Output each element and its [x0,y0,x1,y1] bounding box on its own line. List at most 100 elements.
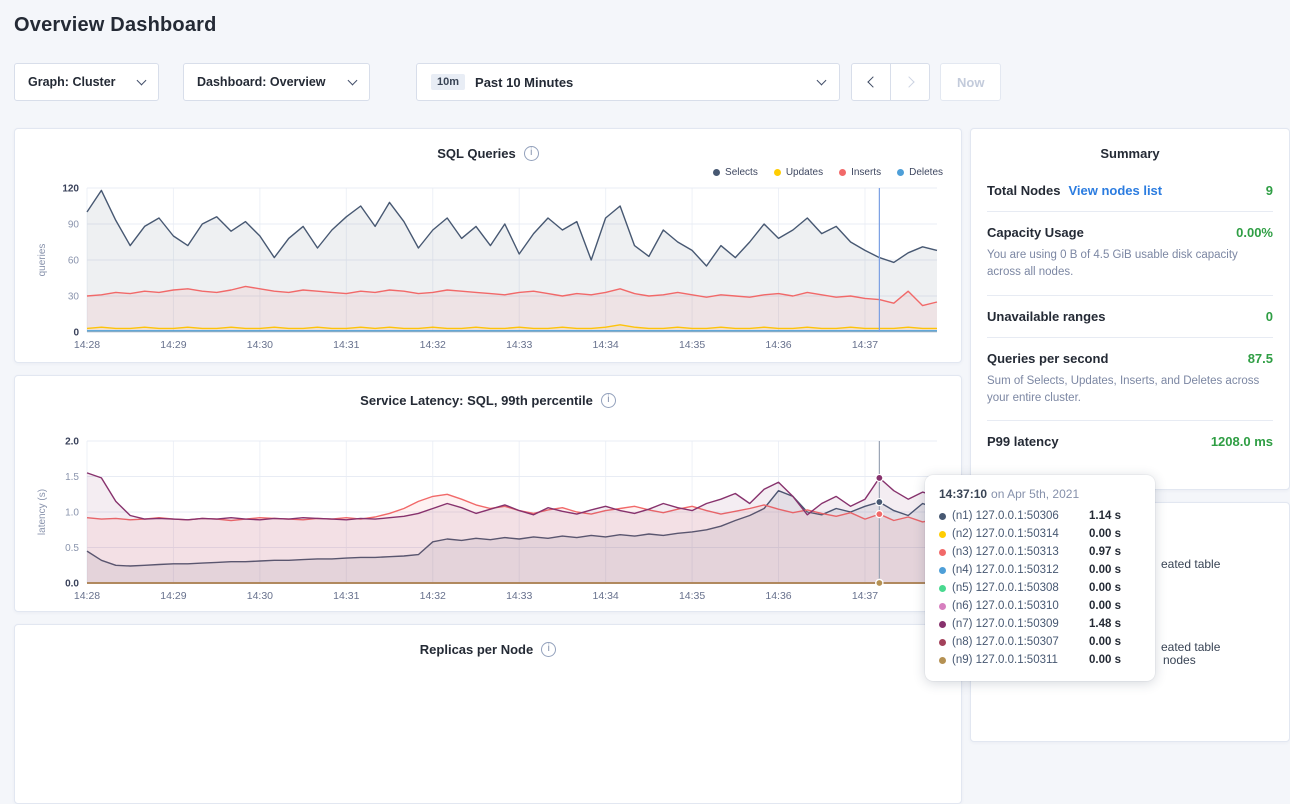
tooltip-node-label: (n8) 127.0.0.1:50307 [952,636,1089,648]
series-area [87,473,937,583]
replicas-per-node-title: Replicas per Node [420,642,533,657]
service-latency-plot[interactable]: 14:2814:2914:3014:3114:3214:3314:3414:35… [31,409,945,609]
now-button[interactable]: Now [940,63,1001,101]
svg-text:latency (s): latency (s) [37,489,48,535]
dashboard-dropdown-label: Dashboard: Overview [197,75,326,89]
summary-row-p99: P99 latency 1208.0 ms [987,421,1273,462]
svg-text:14:36: 14:36 [765,339,791,351]
svg-text:14:28: 14:28 [74,590,100,602]
crosshair-dot-n7 [876,474,883,481]
svg-text:14:33: 14:33 [506,590,532,602]
charts-column: SQL Queries Selects Updates Inserts Deletes… [14,128,962,804]
time-range-badge: 10m [431,74,465,90]
tooltip-node-label: (n9) 127.0.0.1:50311 [952,654,1089,666]
replicas-title-row: Replicas per Node [15,625,961,658]
tooltip-node-value: 0.00 s [1089,528,1141,540]
sidebar-column: Summary Total Nodes View nodes list 9 Ca… [970,128,1290,804]
legend-item-deletes[interactable]: Deletes [897,164,943,180]
legend-dot [897,169,904,176]
svg-text:14:37: 14:37 [852,339,878,351]
service-latency-chart[interactable]: 14:2814:2914:3014:3114:3214:3314:3414:35… [15,409,961,614]
tooltip-node-label: (n2) 127.0.0.1:50314 [952,528,1089,540]
graph-dropdown[interactable]: Graph: Cluster [14,63,159,101]
capacity-usage-value: 0.00% [1236,225,1273,240]
unavailable-ranges-label: Unavailable ranges [987,309,1106,324]
tooltip-node-value: 0.97 s [1089,546,1141,558]
tooltip-node-label: (n3) 127.0.0.1:50313 [952,546,1089,558]
svg-text:14:32: 14:32 [420,339,446,351]
tooltip-row-n6: (n6) 127.0.0.1:503100.00 s [939,597,1141,615]
series-color-dot [939,549,946,556]
series-color-dot [939,567,946,574]
legend-label: Selects [725,167,758,178]
summary-row-total-nodes: Total Nodes View nodes list 9 [987,170,1273,212]
legend-dot [839,169,846,176]
chevron-right-icon [903,76,914,87]
chevron-down-icon [348,75,358,85]
replicas-per-node-panel: Replicas per Node [14,624,962,804]
view-nodes-list-link[interactable]: View nodes list [1068,183,1162,198]
tooltip-node-value: 0.00 s [1089,636,1141,648]
tooltip-node-label: (n4) 127.0.0.1:50312 [952,564,1089,576]
chevron-down-icon [137,75,147,85]
total-nodes-value: 9 [1266,183,1273,198]
tooltip-row-n2: (n2) 127.0.0.1:503140.00 s [939,525,1141,543]
svg-text:0.0: 0.0 [65,579,79,590]
tooltip-node-value: 1.14 s [1089,510,1141,522]
time-next-button[interactable] [890,63,930,101]
summary-row-unavailable-ranges: Unavailable ranges 0 [987,296,1273,338]
dashboard-dropdown[interactable]: Dashboard: Overview [183,63,370,101]
legend-item-selects[interactable]: Selects [713,164,758,180]
sql-queries-title-row: SQL Queries [15,129,961,162]
info-icon[interactable] [524,146,539,161]
time-range-label: Past 10 Minutes [475,75,573,90]
tooltip-time: 14:37:10 [939,487,987,501]
tooltip-node-value: 0.00 s [1089,654,1141,666]
chevron-down-icon [817,75,827,85]
time-range-dropdown[interactable]: 10m Past 10 Minutes [416,63,840,101]
tooltip-row-n1: (n1) 127.0.0.1:503061.14 s [939,507,1141,525]
time-nav-group [851,63,930,101]
sql-queries-chart[interactable]: 14:2814:2914:3014:3114:3214:3314:3414:35… [15,180,961,363]
info-icon[interactable] [541,642,556,657]
svg-text:90: 90 [68,220,80,231]
page-title: Overview Dashboard [14,14,1290,37]
time-prev-button[interactable] [851,63,891,101]
tooltip-node-value: 0.00 s [1089,582,1141,594]
legend-label: Updates [786,167,823,178]
summary-row-capacity: Capacity Usage 0.00% You are using 0 B o… [987,212,1273,296]
series-color-dot [939,639,946,646]
tooltip-node-label: (n7) 127.0.0.1:50309 [952,618,1089,630]
toolbar: Graph: Cluster Dashboard: Overview 10m P… [14,63,1290,101]
svg-text:0: 0 [73,328,79,339]
tooltip-row-n4: (n4) 127.0.0.1:503120.00 s [939,561,1141,579]
unavailable-ranges-value: 0 [1266,309,1273,324]
p99-latency-value: 1208.0 ms [1211,434,1273,449]
series-color-dot [939,513,946,520]
svg-text:2.0: 2.0 [65,437,79,448]
event-text-fragment: eated table [1161,640,1220,654]
queries-per-second-description: Sum of Selects, Updates, Inserts, and De… [987,373,1273,408]
series-color-dot [939,603,946,610]
tooltip-node-value: 1.48 s [1089,618,1141,630]
info-icon[interactable] [601,393,616,408]
crosshair-dot-n1 [876,499,883,506]
tooltip-node-label: (n1) 127.0.0.1:50306 [952,510,1089,522]
series-color-dot [939,531,946,538]
legend-item-updates[interactable]: Updates [774,164,823,180]
p99-latency-label: P99 latency [987,434,1059,449]
service-latency-title: Service Latency: SQL, 99th percentile [360,393,593,408]
svg-text:1.0: 1.0 [65,508,79,519]
svg-text:14:30: 14:30 [247,339,273,351]
tooltip-node-value: 0.00 s [1089,600,1141,612]
sql-queries-plot[interactable]: 14:2814:2914:3014:3114:3214:3314:3414:35… [31,180,945,358]
svg-text:queries: queries [37,244,48,277]
svg-text:14:35: 14:35 [679,339,705,351]
legend-item-inserts[interactable]: Inserts [839,164,881,180]
summary-panel: Summary Total Nodes View nodes list 9 Ca… [970,128,1290,490]
legend-label: Deletes [909,167,943,178]
svg-text:14:32: 14:32 [420,590,446,602]
svg-text:14:34: 14:34 [593,339,619,351]
svg-text:14:36: 14:36 [765,590,791,602]
queries-per-second-label: Queries per second [987,351,1108,366]
